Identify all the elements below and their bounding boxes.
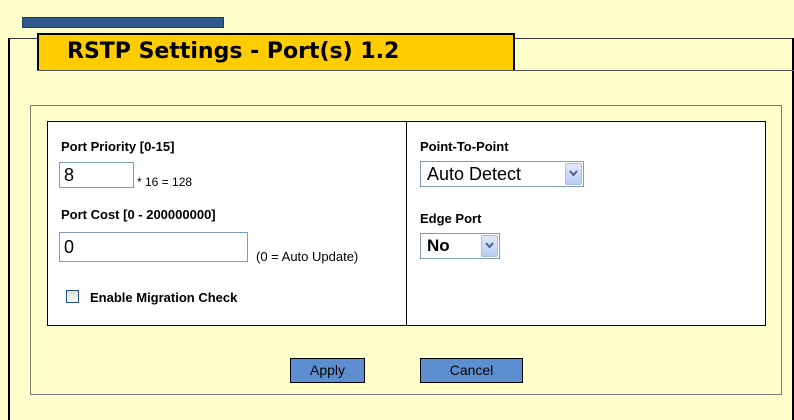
port-cost-label: Port Cost [0 - 200000000] (61, 207, 216, 222)
point-to-point-selected: Auto Detect (427, 164, 522, 184)
cancel-button[interactable]: Cancel (420, 358, 523, 383)
migration-check-label[interactable]: Enable Migration Check (90, 290, 237, 305)
chevron-down-icon[interactable] (481, 235, 498, 257)
port-priority-input[interactable] (59, 162, 134, 188)
page-left-border (8, 38, 10, 420)
title-underline (37, 70, 794, 71)
port-priority-label: Port Priority [0-15] (61, 139, 175, 154)
migration-check-checkbox[interactable] (66, 290, 79, 303)
edge-port-selected: No (427, 236, 450, 255)
edge-port-select[interactable]: No (420, 233, 500, 259)
port-cost-note: (0 = Auto Update) (256, 249, 359, 264)
port-cost-input[interactable] (59, 232, 248, 262)
edge-port-label: Edge Port (420, 211, 482, 226)
page-title: RSTP Settings - Port(s) 1.2 (67, 39, 400, 64)
page-background: RSTP Settings - Port(s) 1.2 Port Priorit… (0, 0, 794, 420)
panel-divider (406, 121, 407, 326)
point-to-point-label: Point-To-Point (420, 139, 509, 154)
apply-button[interactable]: Apply (290, 358, 365, 383)
point-to-point-select[interactable]: Auto Detect (420, 161, 584, 187)
title-accent-bar (22, 17, 224, 28)
title-tab: RSTP Settings - Port(s) 1.2 (37, 33, 515, 71)
port-priority-multiplier-note: * 16 = 128 (137, 175, 193, 189)
chevron-down-icon[interactable] (565, 163, 582, 185)
